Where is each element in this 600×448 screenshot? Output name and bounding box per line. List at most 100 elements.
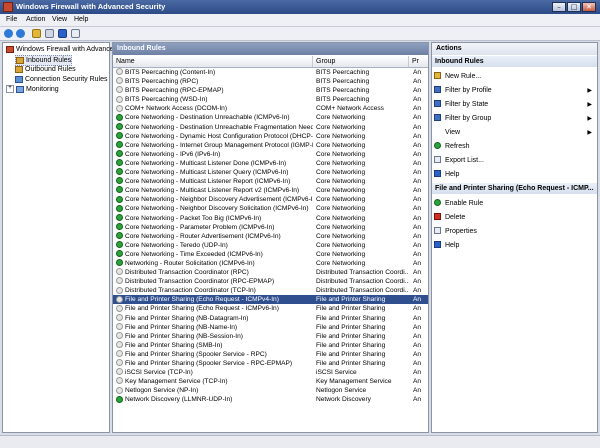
show-hide-tree-icon[interactable]: [45, 29, 54, 38]
table-row[interactable]: BITS Peercaching (RPC) BITS Peercaching An: [113, 77, 428, 86]
rule-name-text: Core Networking - Destination Unreachabl…: [125, 114, 290, 122]
rule-enabled-icon: [116, 141, 123, 148]
table-row[interactable]: Core Networking - Multicast Listener Don…: [113, 159, 428, 168]
rule-group: Key Management Service: [316, 378, 392, 386]
table-row[interactable]: File and Printer Sharing (Echo Request -…: [113, 295, 428, 305]
minimize-button[interactable]: –: [552, 2, 566, 12]
table-row[interactable]: Distributed Transaction Coordinator (TCP…: [113, 286, 428, 295]
action-help[interactable]: Help: [434, 240, 594, 251]
table-row[interactable]: Core Networking - IPv6 (IPv6-In) Core Net…: [113, 150, 428, 159]
expand-icon[interactable]: +: [6, 85, 14, 94]
menu-help[interactable]: Help: [74, 16, 88, 23]
actions-section-inbound-rules[interactable]: Inbound Rules: [432, 56, 597, 67]
menu-view[interactable]: View: [52, 16, 67, 23]
column-group[interactable]: Group: [313, 56, 409, 67]
forward-icon[interactable]: [16, 29, 25, 38]
action-filter-by-profile[interactable]: Filter by Profile ▶: [434, 85, 594, 96]
table-row[interactable]: BITS Peercaching (WSD-In) BITS Peercachin…: [113, 95, 428, 104]
help-icon[interactable]: [58, 29, 67, 38]
table-row[interactable]: Core Networking - Parameter Problem (ICM…: [113, 222, 428, 232]
table-row[interactable]: Core Networking - Dynamic Host Configura…: [113, 131, 428, 141]
table-row[interactable]: Core Networking - Multicast Listener Rep…: [113, 177, 428, 186]
rule-group: Core Networking: [316, 132, 366, 140]
table-row[interactable]: File and Printer Sharing (SMB-In) File an…: [113, 341, 428, 350]
rule-profile: An: [413, 241, 422, 249]
rule-profile: An: [413, 187, 422, 195]
table-row[interactable]: iSCSI Service (TCP-In) iSCSI Service An: [113, 368, 428, 377]
table-row[interactable]: Core Networking - Destination Unreachabl…: [113, 122, 428, 132]
table-row[interactable]: Core Networking - Multicast Listener Rep…: [113, 186, 428, 195]
rule-disabled-icon: [116, 313, 123, 321]
menu-bar: File Action View Help: [0, 14, 600, 27]
firewall-app-icon: [3, 2, 13, 12]
rule-group: Core Networking: [316, 232, 366, 240]
table-row[interactable]: Key Management Service (TCP-In) Key Manag…: [113, 377, 428, 386]
action-help[interactable]: Help: [434, 169, 594, 180]
table-row[interactable]: COM+ Network Access (DCOM-In) COM+ Networ…: [113, 104, 428, 113]
back-icon[interactable]: [4, 29, 13, 38]
table-row[interactable]: File and Printer Sharing (Echo Request -…: [113, 304, 428, 313]
up-icon[interactable]: [32, 29, 41, 38]
properties-icon[interactable]: [71, 29, 80, 38]
rule-group: Network Discovery: [316, 396, 371, 404]
close-button[interactable]: ✕: [582, 2, 596, 12]
table-row[interactable]: Core Networking - Neighbor Discovery Adv…: [113, 195, 428, 204]
menu-file[interactable]: File: [6, 16, 17, 23]
rule-name-text: Core Networking - Teredo (UDP-In): [125, 241, 228, 249]
action-filter-by-group[interactable]: Filter by Group ▶: [434, 113, 594, 124]
tree-root[interactable]: Windows Firewall with Advanced S: [6, 45, 124, 54]
rule-name-text: Core Networking - Packet Too Big (ICMPv6…: [125, 214, 262, 222]
action-refresh[interactable]: Refresh: [434, 141, 594, 152]
table-row[interactable]: Netlogon Service (NP-In) Netlogon Service…: [113, 386, 428, 395]
tree-item-monitoring[interactable]: + Monitoring: [6, 85, 59, 94]
table-row[interactable]: Core Networking - Destination Unreachabl…: [113, 113, 428, 122]
menu-action[interactable]: Action: [26, 16, 45, 23]
table-row[interactable]: Core Networking - Multicast Listener Que…: [113, 168, 428, 177]
column-profile[interactable]: Pr: [409, 56, 428, 67]
window-title: Windows Firewall with Advanced Security: [16, 2, 166, 11]
rule-name-text: File and Printer Sharing (NB-Datagram-In…: [125, 314, 249, 322]
actions-section-selected-rule[interactable]: File and Printer Sharing (Echo Request -…: [432, 183, 597, 194]
action-delete[interactable]: Delete: [434, 212, 594, 223]
action-export-list[interactable]: Export List...: [434, 155, 594, 166]
rule-name: Core Networking - Multicast Listener Rep…: [116, 177, 313, 186]
tree-item-connection-security-rules[interactable]: Connection Security Rules: [15, 75, 108, 84]
action-new-rule[interactable]: New Rule...: [434, 71, 594, 82]
table-row[interactable]: BITS Peercaching (RPC-EPMAP) BITS Peercac…: [113, 86, 428, 95]
enable-icon: [434, 199, 441, 207]
table-row[interactable]: Core Networking - Packet Too Big (ICMPv6…: [113, 213, 428, 223]
action-view[interactable]: View ▶: [434, 127, 594, 138]
table-row[interactable]: Core Networking - Internet Group Managem…: [113, 141, 428, 150]
table-row[interactable]: Core Networking - Neighbor Discovery Sol…: [113, 204, 428, 213]
rule-name: Netlogon Service (NP-In): [116, 386, 313, 395]
table-row[interactable]: Core Networking - Time Exceeded (ICMPv6-…: [113, 250, 428, 259]
table-row[interactable]: File and Printer Sharing (NB-Name-In) Fil…: [113, 322, 428, 332]
table-row[interactable]: File and Printer Sharing (Spooler Servic…: [113, 359, 428, 368]
table-row[interactable]: File and Printer Sharing (NB-Session-In)…: [113, 331, 428, 341]
tree-item-outbound-rules[interactable]: Outbound Rules: [15, 65, 76, 74]
export-icon: [434, 156, 441, 164]
action-filter-by-state[interactable]: Filter by State ▶: [434, 99, 594, 110]
action-label: View: [445, 129, 461, 136]
action-label: Refresh: [445, 143, 470, 150]
rule-disabled-icon: [116, 86, 123, 94]
action-enable-rule[interactable]: Enable Rule: [434, 198, 594, 209]
rule-profile: An: [413, 78, 422, 86]
rule-group: COM+ Network Access: [316, 105, 384, 113]
table-row[interactable]: Core Networking - Teredo (UDP-In) Core Ne…: [113, 241, 428, 250]
table-row[interactable]: File and Printer Sharing (Spooler Servic…: [113, 350, 428, 359]
table-row[interactable]: Core Networking - Router Advertisement (…: [113, 231, 428, 241]
rule-name-text: Core Networking - Router Advertisement (…: [125, 232, 281, 240]
maximize-button[interactable]: □: [567, 2, 581, 12]
submenu-arrow-icon: ▶: [587, 101, 592, 108]
rule-group: Distributed Transaction Coordi...: [316, 287, 409, 295]
table-row[interactable]: Distributed Transaction Coordinator (RPC…: [113, 277, 428, 286]
action-properties[interactable]: Properties: [434, 226, 594, 237]
table-row[interactable]: File and Printer Sharing (NB-Datagram-In…: [113, 313, 428, 323]
column-name[interactable]: Name: [113, 56, 313, 67]
table-row[interactable]: Network Discovery (LLMNR-UDP-In) Network …: [113, 395, 428, 404]
table-row[interactable]: Networking - Router Solicitation (ICMPv6…: [113, 259, 428, 268]
rule-group: Core Networking: [316, 223, 366, 231]
table-row[interactable]: Distributed Transaction Coordinator (RPC…: [113, 268, 428, 277]
table-row[interactable]: BITS Peercaching (Content-In) BITS Peerca…: [113, 68, 428, 77]
